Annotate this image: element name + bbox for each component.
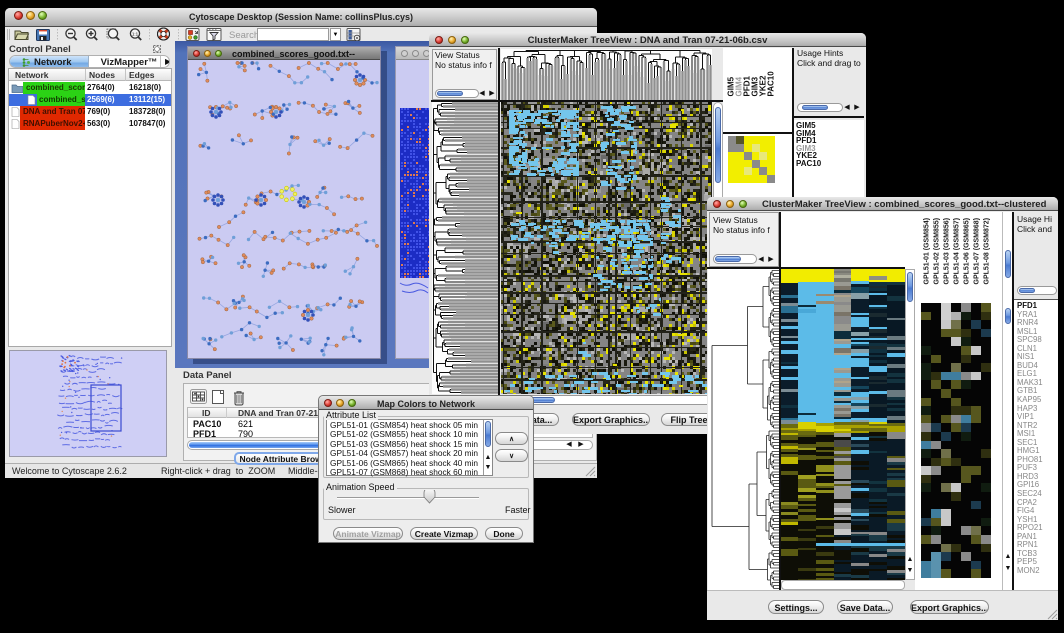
svg-text:1:1: 1:1 <box>132 32 139 37</box>
